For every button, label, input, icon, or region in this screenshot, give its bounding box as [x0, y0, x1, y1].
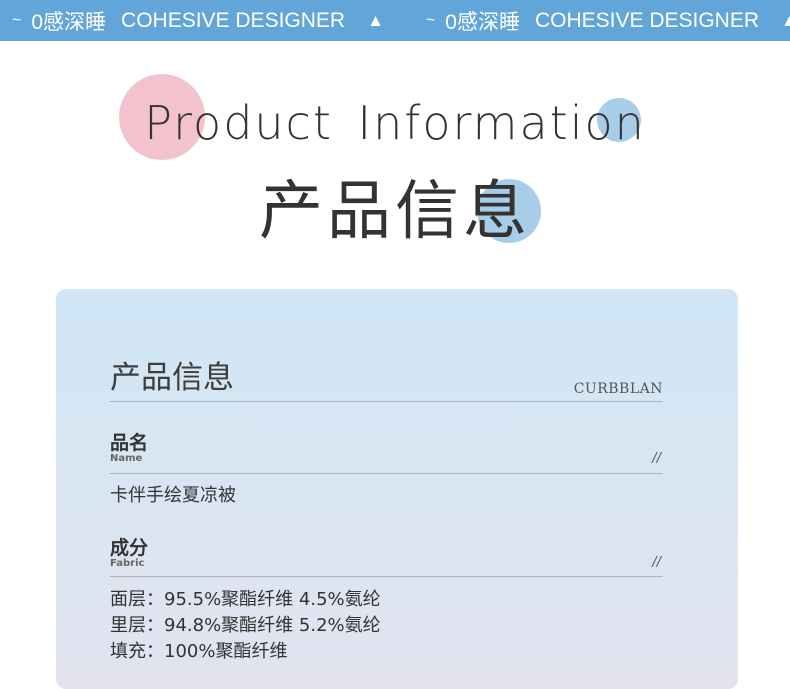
- tilde-icon: ~: [12, 11, 22, 29]
- fabric-inner-value: 里层：94.8%聚酯纤维 5.2%氨纶: [110, 615, 381, 636]
- fabric-filling-value: 填充：100%聚酯纤维: [110, 641, 288, 662]
- field-label-fabric-en: Fabric: [110, 558, 145, 569]
- field-label-fabric: 成分: [110, 537, 149, 559]
- top-banner: ~ 0感深睡 COHESIVE DESIGNER ▲ ~ 0感深睡 COHESI…: [0, 0, 790, 41]
- banner-segment: ~ 0感深睡 COHESIVE DESIGNER ▲: [0, 6, 414, 36]
- slash-mark: //: [652, 555, 661, 570]
- field-label-name-en: Name: [110, 453, 143, 464]
- card-title: 产品信息: [110, 360, 234, 396]
- field-label-name: 品名: [110, 432, 149, 454]
- banner-brand: COHESIVE DESIGNER: [534, 8, 760, 32]
- product-name-value: 卡伴手绘夏凉被: [110, 485, 236, 506]
- slash-mark: //: [652, 451, 661, 466]
- divider: [110, 473, 663, 474]
- triangle-icon: ▲: [367, 10, 384, 30]
- triangle-icon: ▲: [781, 10, 790, 30]
- divider: [110, 576, 663, 577]
- divider: [110, 401, 663, 402]
- banner-brand: COHESIVE DESIGNER: [121, 8, 346, 32]
- page-title-zh: 产品信息: [259, 175, 531, 249]
- banner-segment: ~ 0感深睡 COHESIVE DESIGNER ▲: [414, 6, 790, 36]
- brand-name: CURBBLAN: [573, 381, 663, 397]
- page-title-en: Product Information: [144, 96, 646, 150]
- fabric-outer-value: 面层：95.5%聚酯纤维 4.5%氨纶: [110, 589, 381, 610]
- banner-slogan: 0感深睡: [445, 10, 520, 34]
- banner-slogan: 0感深睡: [31, 10, 107, 34]
- tilde-icon: ~: [425, 11, 436, 29]
